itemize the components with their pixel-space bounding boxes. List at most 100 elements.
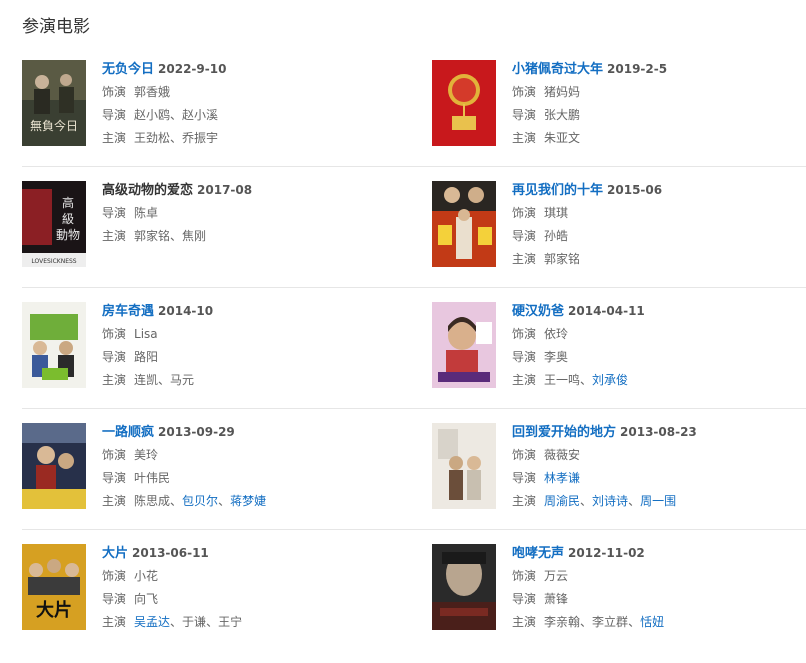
role-value: 美玲 [134, 448, 159, 462]
movie-date: 2012-11-02 [568, 546, 645, 560]
movie-date: 2013-06-11 [132, 546, 209, 560]
role-label: 饰演 [102, 85, 127, 99]
role-label: 饰演 [512, 327, 537, 341]
cast-link[interactable]: 吴孟达 [134, 615, 170, 629]
cast-label: 主演 [102, 494, 127, 508]
cast-name: 于谦 [182, 615, 207, 629]
movie-date: 2013-08-23 [620, 425, 697, 439]
cast-separator: 、 [170, 615, 183, 629]
movie-title[interactable]: 大片 [102, 546, 128, 561]
movie-poster[interactable] [432, 181, 496, 267]
movie-item: 小猪佩奇过大年 2019-2-5 饰演 猪妈妈 导演 张大鹏 主演 朱亚文 [432, 58, 806, 146]
cast-name: 朱亚文 [544, 131, 581, 145]
director-label: 导演 [512, 592, 537, 606]
movie-poster[interactable] [22, 423, 86, 509]
movie-title[interactable]: 回到爱开始的地方 [512, 425, 616, 440]
svg-text:大片: 大片 [36, 599, 72, 621]
movie-poster[interactable] [432, 544, 496, 630]
movie-title[interactable]: 一路顺疯 [102, 425, 154, 440]
movie-date: 2013-09-29 [158, 425, 235, 439]
cast-link[interactable]: 恬妞 [640, 615, 664, 629]
director-label: 导演 [512, 471, 537, 485]
movie-poster[interactable]: 無負今日 [22, 60, 86, 146]
role-value: 郭香娥 [134, 85, 171, 99]
director-value: 萧锋 [544, 592, 569, 606]
director-value: 路阳 [134, 350, 159, 364]
director-label: 导演 [102, 471, 127, 485]
role-label: 饰演 [102, 569, 127, 583]
role-value: 猪妈妈 [544, 85, 581, 99]
cast-name: 李立群 [592, 615, 629, 629]
cast-separator: 、 [628, 615, 641, 629]
movie-title[interactable]: 无负今日 [102, 62, 154, 77]
movie-poster[interactable] [432, 423, 496, 509]
cast-separator: 、 [170, 494, 183, 508]
cast-name: 王一鸣 [544, 373, 581, 387]
movie-item: 高 級 動物 LOVESICKNESS 高级动物的爱恋 2017-08 导演 陈卓 … [22, 179, 402, 267]
cast-link[interactable]: 刘承俊 [592, 373, 628, 387]
director-label: 导演 [102, 108, 127, 122]
cast-label: 主演 [102, 131, 127, 145]
cast-name: 郭家铭 [134, 229, 171, 243]
movie-row: 高 級 動物 LOVESICKNESS 高级动物的爱恋 2017-08 导演 陈卓 … [22, 166, 806, 300]
movie-date: 2015-06 [607, 183, 663, 197]
cast-link[interactable]: 周一围 [640, 494, 676, 508]
cast-label: 主演 [512, 373, 537, 387]
movie-title[interactable]: 咆哮无声 [512, 546, 564, 561]
director-value: 向飞 [134, 592, 159, 606]
movie-title[interactable]: 房车奇遇 [102, 304, 154, 319]
cast-name: 乔振宇 [182, 131, 219, 145]
movie-title[interactable]: 小猪佩奇过大年 [512, 62, 603, 77]
svg-text:高: 高 [62, 195, 74, 210]
cast-name: 王宁 [218, 615, 243, 629]
cast-separator: 、 [628, 494, 641, 508]
director-label: 导演 [102, 350, 127, 364]
director-label: 导演 [102, 206, 127, 220]
cast-link[interactable]: 周渝民 [544, 494, 580, 508]
movie-title[interactable]: 硬汉奶爸 [512, 304, 564, 319]
movie-item: 無負今日 无负今日 2022-9-10 饰演 郭香娥 导演 赵小鸥、赵小溪 主演 王劲松… [22, 58, 402, 146]
cast-name: 李亲翰 [544, 615, 581, 629]
section-title: 参演电影 [22, 17, 90, 37]
movie-item: 咆哮无声 2012-11-02 饰演 万云 导演 萧锋 主演 李亲翰、李立群、恬妞 [432, 542, 806, 630]
movie-poster[interactable] [22, 302, 86, 388]
cast-separator: 、 [580, 373, 593, 387]
cast-link[interactable]: 包贝尔 [182, 494, 218, 508]
movie-row: 房车奇遇 2014-10 饰演 Lisa 导演 路阳 主演 连凯、马元 硬汉奶爸 2014… [22, 287, 806, 421]
cast-link[interactable]: 刘诗诗 [592, 494, 628, 508]
director-label: 导演 [512, 229, 537, 243]
movie-poster[interactable]: 大片 [22, 544, 86, 630]
svg-text:級: 級 [62, 212, 74, 226]
director-link[interactable]: 林孝谦 [544, 471, 580, 485]
cast-label: 主演 [102, 229, 127, 243]
director-value: 赵小鸥、赵小溪 [134, 108, 219, 122]
cast-name: 郭家铭 [544, 252, 581, 266]
role-value: 依玲 [544, 327, 569, 341]
poster-caption: LOVESICKNESS [31, 258, 76, 265]
role-value: 琪琪 [544, 206, 569, 220]
movie-poster[interactable] [432, 302, 496, 388]
cast-label: 主演 [512, 252, 537, 266]
movie-poster[interactable] [432, 60, 496, 146]
movie-row: 一路顺疯 2013-09-29 饰演 美玲 导演 叶伟民 主演 陈思成、包贝尔、蒋梦婕 … [22, 408, 806, 542]
role-label: 饰演 [102, 448, 127, 462]
cast-link[interactable]: 蒋梦婕 [230, 494, 266, 508]
cast-label: 主演 [102, 373, 127, 387]
movie-poster[interactable]: 高 級 動物 LOVESICKNESS [22, 181, 86, 267]
director-label: 导演 [512, 350, 537, 364]
role-value: 万云 [544, 569, 569, 583]
cast-separator: 、 [170, 229, 183, 243]
cast-separator: 、 [580, 494, 593, 508]
movie-date: 2014-04-11 [568, 304, 645, 318]
role-value: 薇薇安 [544, 448, 581, 462]
cast-label: 主演 [512, 615, 537, 629]
cast-name: 连凯 [134, 373, 159, 387]
role-label: 饰演 [512, 569, 537, 583]
movie-title[interactable]: 再见我们的十年 [512, 183, 603, 198]
cast-name: 焦刚 [182, 229, 207, 243]
cast-label: 主演 [512, 494, 537, 508]
role-value: 小花 [134, 569, 159, 583]
role-label: 饰演 [512, 448, 537, 462]
cast-label: 主演 [102, 615, 127, 629]
cast-label: 主演 [512, 131, 537, 145]
